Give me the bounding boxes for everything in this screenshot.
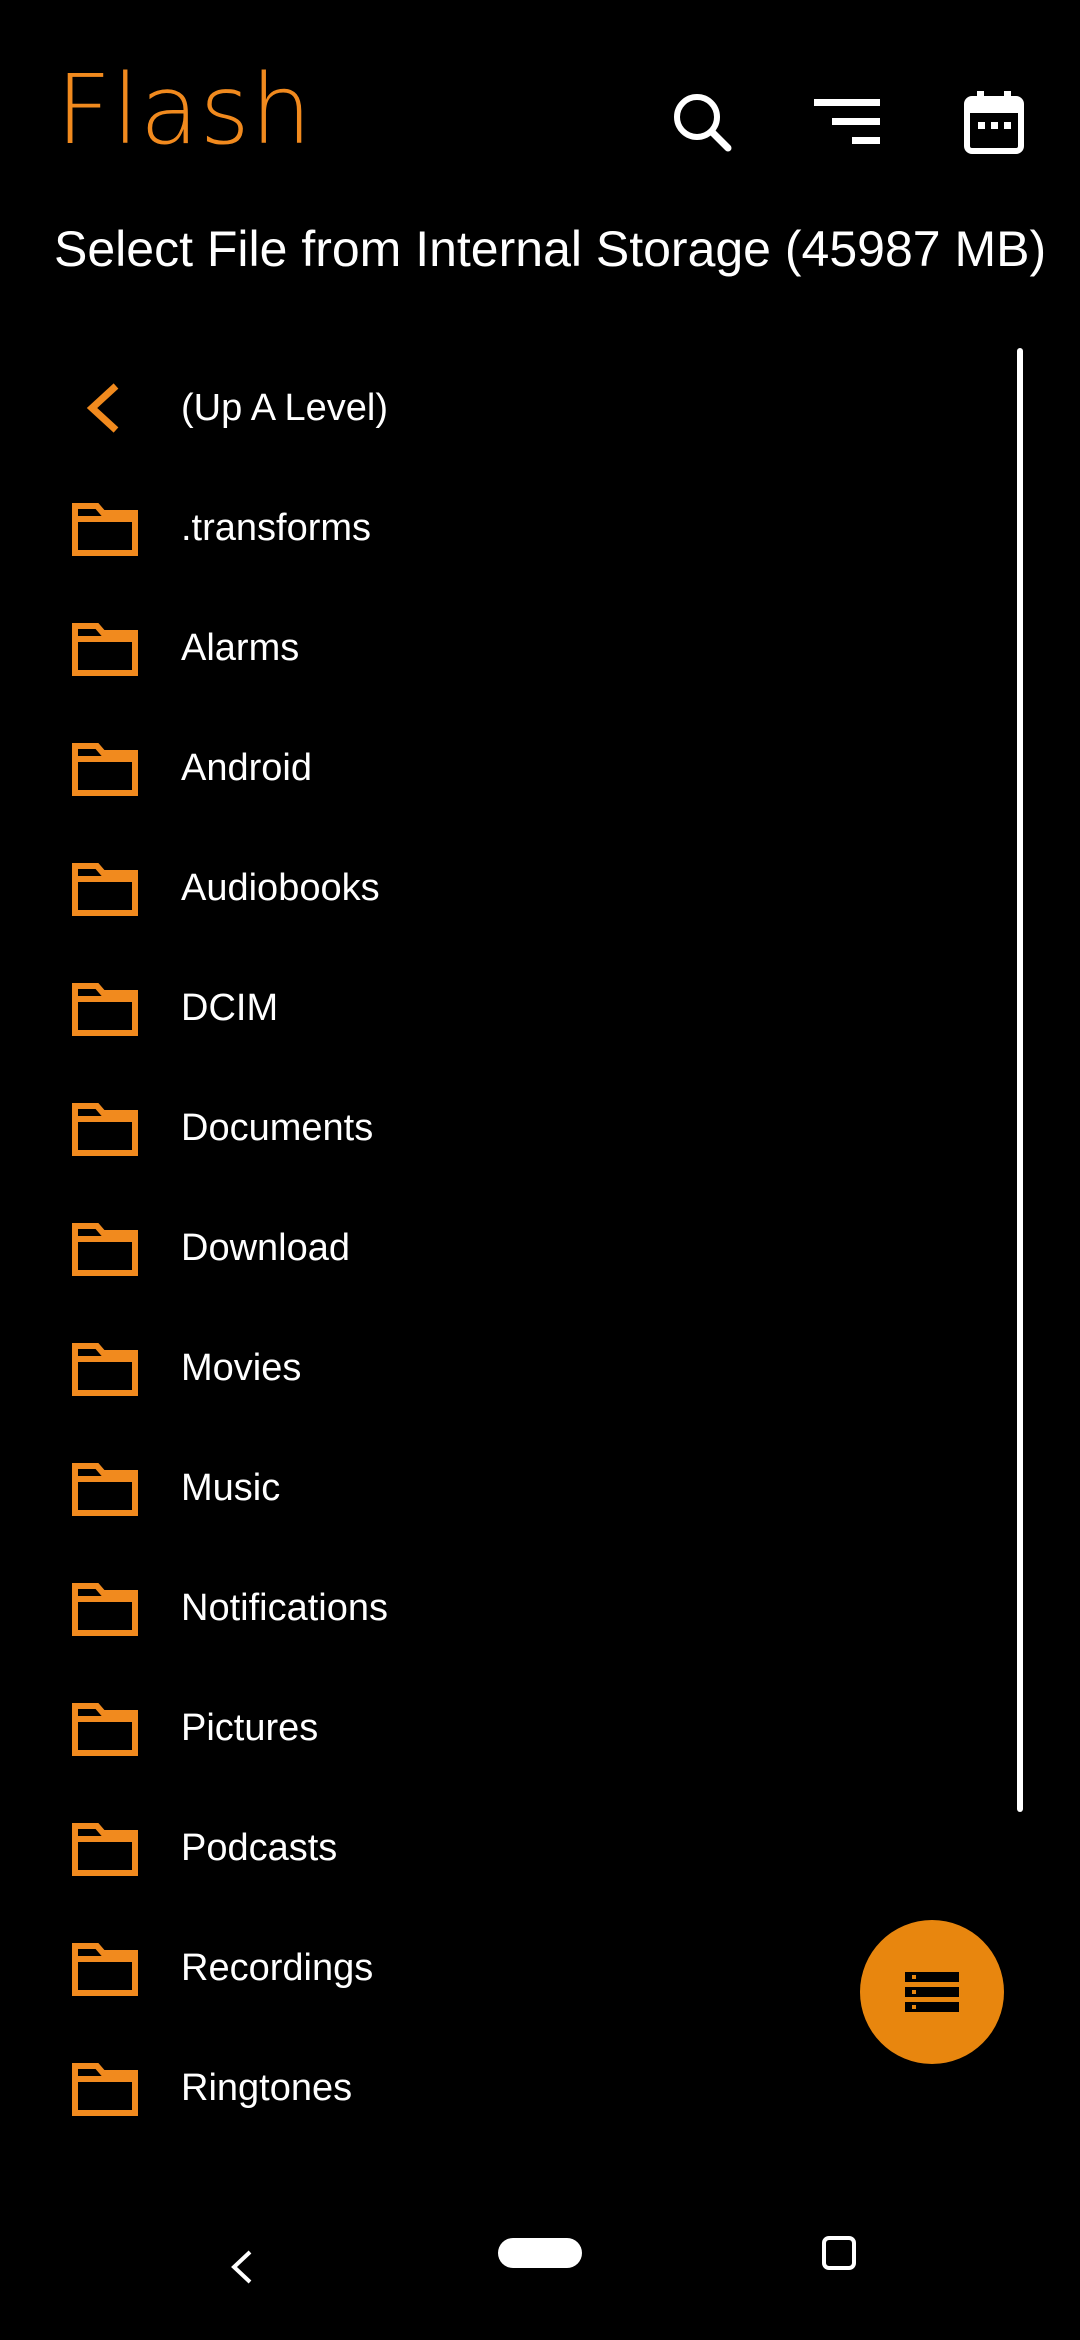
folder-label: Download [181,1227,350,1269]
folder-row[interactable]: DCIM [0,948,1000,1068]
folder-label: .transforms [181,507,372,549]
folder-label: Android [181,747,312,789]
app-root: Flash Select File from Internal Storage … [0,0,1080,2340]
folder-row[interactable]: Movies [0,1308,1000,1428]
folder-label: Documents [181,1107,374,1149]
folder-icon [72,1943,138,1996]
up-a-level-label: (Up A Level) [181,387,388,429]
folder-row[interactable]: Pictures [0,1668,1000,1788]
top-bar: Flash Select File from Internal Storage … [0,0,1080,277]
folder-label: Notifications [181,1587,388,1629]
folder-icon [72,1343,138,1396]
storage-list-icon [905,1972,959,2012]
folder-row[interactable]: Podcasts [0,1788,1000,1908]
folder-icon [72,1583,138,1636]
calendar-button[interactable] [956,84,1032,160]
folder-label: Recordings [181,1947,374,1989]
nav-recents-icon[interactable] [822,2236,856,2270]
folder-icon [72,983,138,1036]
sort-button[interactable] [810,84,886,160]
folder-label: DCIM [181,987,279,1029]
folder-row[interactable]: Ringtones [0,2028,1000,2148]
folder-icon [72,503,138,556]
folder-label: Audiobooks [181,867,380,909]
search-icon [674,94,732,152]
folder-icon [72,1703,138,1756]
nav-back-icon[interactable] [222,2232,262,2302]
folder-row[interactable]: Recordings [0,1908,1000,2028]
folder-icon [72,2063,138,2116]
file-list: (Up A Level) .transforms Alarms Android Aud… [0,348,1000,2148]
folder-row[interactable]: Documents [0,1068,1000,1188]
calendar-icon [964,91,1024,154]
scrollbar[interactable] [1017,348,1023,1812]
storage-subtitle: Select File from Internal Storage (45987… [54,221,1047,277]
folder-row[interactable]: Android [0,708,1000,828]
folder-label: Ringtones [181,2067,353,2109]
search-button[interactable] [664,84,740,160]
folder-row[interactable]: Alarms [0,588,1000,708]
up-a-level-row[interactable]: (Up A Level) [0,348,1000,468]
folder-icon [72,1463,138,1516]
folder-icon [72,863,138,916]
folder-icon [72,1823,138,1876]
folder-label: Alarms [181,627,300,669]
folder-icon [72,1223,138,1276]
folder-row[interactable]: Download [0,1188,1000,1308]
storage-select-fab[interactable] [860,1920,1004,2064]
folder-label: Movies [181,1347,302,1389]
folder-row[interactable]: Music [0,1428,1000,1548]
app-title: Flash [56,54,313,166]
folder-label: Podcasts [181,1827,338,1869]
folder-icon [72,1103,138,1156]
folder-icon [72,743,138,796]
chevron-left-icon [86,383,119,433]
nav-home-pill[interactable] [498,2238,582,2268]
sort-icon [814,99,880,144]
folder-row[interactable]: .transforms [0,468,1000,588]
folder-row[interactable]: Audiobooks [0,828,1000,948]
folder-icon [72,623,138,676]
folder-label: Pictures [181,1707,319,1749]
folder-row[interactable]: Notifications [0,1548,1000,1668]
folder-label: Music [181,1467,281,1509]
